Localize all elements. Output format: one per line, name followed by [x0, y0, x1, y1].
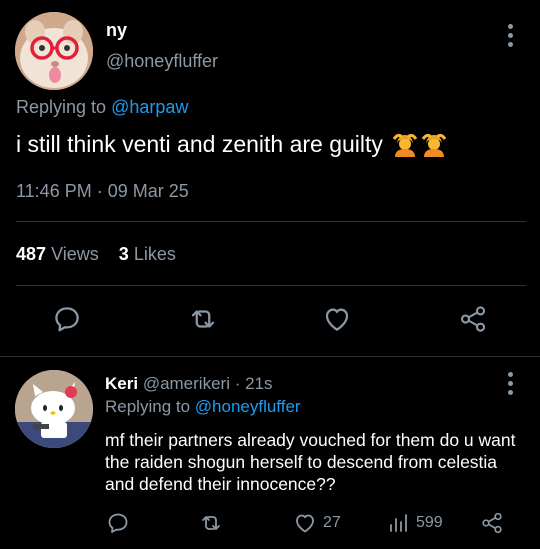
share-icon — [482, 512, 502, 534]
more-options-icon[interactable] — [500, 24, 520, 50]
replying-to-link[interactable]: @harpaw — [111, 97, 188, 117]
views-count: 487 — [16, 244, 47, 264]
views-button[interactable]: 599 — [386, 509, 443, 537]
retweet-icon[interactable] — [188, 304, 218, 334]
likes-count[interactable]: 3 — [119, 244, 129, 264]
timestamp[interactable]: 11:46 PM · 09 Mar 25 — [16, 181, 189, 202]
tweet-stats: 487 Views 3 Likes — [16, 244, 176, 265]
view-count: 599 — [416, 514, 443, 531]
display-name[interactable]: ny — [106, 20, 127, 41]
reply-tweet[interactable]: Keri @amerikeri · 21s Replying to @honey… — [0, 357, 540, 549]
like-count: 27 — [323, 514, 341, 531]
heart-icon — [296, 514, 314, 533]
handle[interactable]: @honeyfluffer — [106, 51, 218, 72]
person-gesturing-ok-emoji-icon — [422, 133, 447, 157]
retweet-button[interactable] — [199, 509, 223, 537]
avatar[interactable] — [15, 370, 93, 448]
replying-to: Replying to @honeyfluffer — [105, 397, 301, 416]
share-button[interactable] — [480, 509, 504, 537]
replying-to-link[interactable]: @honeyfluffer — [195, 397, 301, 416]
person-gesturing-ok-emoji-icon — [393, 133, 418, 157]
hello-kitty-avatar-icon — [15, 370, 93, 448]
tweet-text: mf their partners already vouched for th… — [105, 430, 516, 494]
tweet-text: i still think venti and zenith are guilt… — [16, 131, 447, 158]
replying-to: Replying to @harpaw — [16, 97, 189, 117]
tweet-actions — [0, 304, 540, 340]
display-name[interactable]: Keri — [105, 374, 138, 393]
divider — [16, 221, 526, 222]
share-icon[interactable] — [458, 304, 488, 334]
reply-header: Keri @amerikeri · 21s — [105, 374, 273, 394]
heart-icon[interactable] — [322, 304, 352, 334]
reply-icon — [108, 513, 128, 533]
like-button[interactable]: 27 — [293, 509, 341, 537]
handle-and-time[interactable]: @amerikeri · 21s — [143, 374, 273, 393]
more-options-icon[interactable] — [500, 372, 520, 398]
cat-avatar-icon — [15, 12, 93, 90]
reply-icon[interactable] — [52, 304, 82, 334]
likes-label[interactable]: Likes — [134, 244, 176, 264]
analytics-icon — [390, 514, 407, 532]
retweet-icon — [202, 516, 220, 530]
views-label: Views — [51, 244, 99, 264]
divider — [16, 285, 526, 286]
avatar[interactable] — [15, 12, 93, 90]
reply-button[interactable] — [106, 509, 130, 537]
reply-actions: 27 599 — [0, 509, 540, 539]
main-tweet: ny @honeyfluffer Replying to @harpaw i s… — [0, 0, 540, 356]
